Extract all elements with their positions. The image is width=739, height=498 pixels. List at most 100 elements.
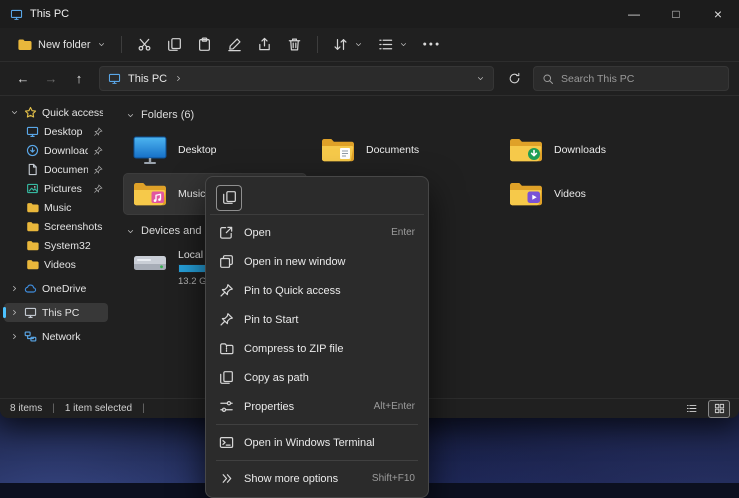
chevron-right-icon[interactable]	[10, 308, 19, 317]
menu-separator	[216, 424, 418, 425]
folder-icon	[26, 201, 39, 214]
breadcrumb[interactable]: This PC	[128, 73, 167, 85]
search-box[interactable]	[533, 66, 729, 91]
paste-button[interactable]	[190, 32, 219, 57]
sidebar-item-label: Pictures	[44, 183, 88, 195]
details-view-button[interactable]	[681, 401, 701, 417]
ellipsis-icon: ●●●	[423, 41, 442, 48]
chevron-down-icon[interactable]	[476, 74, 485, 83]
menu-item-pin-to-start[interactable]: Pin to Start	[210, 305, 424, 334]
more-options-button[interactable]: ●●●	[416, 36, 449, 53]
copy-icon	[222, 190, 237, 205]
menu-item-shortcut: Shift+F10	[372, 473, 415, 484]
share-button[interactable]	[250, 32, 279, 57]
folder-tile-documents[interactable]: Documents	[312, 130, 494, 170]
rename-button[interactable]	[220, 32, 249, 57]
chevron-right-icon[interactable]	[10, 284, 19, 293]
status-divider: |	[142, 403, 145, 414]
command-bar: New folder ●●●	[0, 28, 739, 62]
details-view-icon	[686, 403, 697, 414]
sort-button[interactable]	[326, 32, 370, 57]
pin-icon	[219, 283, 234, 298]
sidebar-item-documents[interactable]: Documents	[4, 160, 108, 179]
download-icon	[26, 144, 39, 157]
menu-item-label: Pin to Quick access	[244, 285, 405, 297]
sidebar-item-videos[interactable]: Videos	[4, 255, 108, 274]
chevron-down-icon[interactable]	[126, 111, 135, 120]
menu-item-label: Open in Windows Terminal	[244, 437, 405, 449]
new-folder-button[interactable]: New folder	[10, 32, 113, 57]
back-button[interactable]: ←	[10, 66, 36, 92]
chevron-right-icon[interactable]	[10, 332, 19, 341]
sidebar-item-pictures[interactable]: Pictures	[4, 179, 108, 198]
this-pc-icon	[108, 72, 121, 85]
network-icon	[24, 330, 37, 343]
sidebar-item-onedrive[interactable]: OneDrive	[4, 279, 108, 298]
sidebar-item-desktop[interactable]: Desktop	[4, 122, 108, 141]
sidebar-item-label: Network	[42, 331, 103, 343]
folders-section-header[interactable]: Folders (6)	[126, 106, 739, 124]
titlebar: This PC — □ ×	[0, 0, 739, 28]
downloads-folder-icon	[508, 135, 544, 165]
sidebar-item-music[interactable]: Music	[4, 198, 108, 217]
view-button[interactable]	[371, 32, 415, 57]
chevron-down-icon[interactable]	[126, 227, 135, 236]
properties-icon	[219, 399, 234, 414]
pin-icon	[219, 312, 234, 327]
pin-icon	[93, 184, 103, 194]
items-count: 8 items	[10, 403, 42, 414]
menu-item-pin-to-quick-access[interactable]: Pin to Quick access	[210, 276, 424, 305]
sidebar-item-label: This PC	[42, 307, 103, 319]
close-button[interactable]: ×	[697, 0, 739, 28]
sidebar-item-system32[interactable]: System32	[4, 236, 108, 255]
desktop-wallpaper: This PC — □ × New folder	[0, 0, 739, 483]
rename-icon	[227, 37, 242, 52]
large-icons-view-button[interactable]	[709, 401, 729, 417]
folder-tile-videos[interactable]: Videos	[500, 174, 682, 214]
chevron-right-icon[interactable]	[174, 74, 183, 83]
menu-item-show-more-options[interactable]: Show more options Shift+F10	[210, 464, 424, 493]
folders-header-label: Folders (6)	[141, 109, 194, 121]
menu-item-open[interactable]: Open Enter	[210, 218, 424, 247]
menu-item-open-in-new-window[interactable]: Open in new window	[210, 247, 424, 276]
menu-item-shortcut: Enter	[391, 227, 415, 238]
navigation-pane: Quick access Desktop Downloads Documents	[0, 96, 112, 398]
chevron-down-icon[interactable]	[10, 108, 19, 117]
sidebar-item-label: Music	[44, 202, 103, 214]
new-window-icon	[219, 254, 234, 269]
sidebar-item-network[interactable]: Network	[4, 327, 108, 346]
cut-icon	[137, 37, 152, 52]
desktop-icon	[132, 135, 168, 165]
new-folder-label: New folder	[38, 39, 91, 51]
cut-button[interactable]	[130, 32, 159, 57]
sidebar-item-quick-access[interactable]: Quick access	[4, 103, 108, 122]
folder-tile-downloads[interactable]: Downloads	[500, 130, 682, 170]
menu-item-label: Properties	[244, 401, 364, 413]
sidebar-item-downloads[interactable]: Downloads	[4, 141, 108, 160]
menu-item-copy-as-path[interactable]: Copy as path	[210, 363, 424, 392]
menu-item-properties[interactable]: Properties Alt+Enter	[210, 392, 424, 421]
forward-icon: →	[45, 71, 58, 86]
copy-button[interactable]	[216, 185, 242, 211]
sidebar-item-screenshots[interactable]: Screenshots	[4, 217, 108, 236]
up-icon: ↑	[76, 71, 83, 86]
menu-separator	[216, 460, 418, 461]
address-bar[interactable]: This PC	[99, 66, 494, 91]
new-folder-icon	[17, 37, 32, 52]
refresh-button[interactable]	[501, 66, 527, 92]
minimize-button[interactable]: —	[613, 0, 655, 28]
menu-item-compress-to-zip[interactable]: Compress to ZIP file	[210, 334, 424, 363]
pin-icon	[93, 146, 103, 156]
folder-tile-desktop[interactable]: Desktop	[124, 130, 306, 170]
sidebar-item-this-pc[interactable]: This PC	[4, 303, 108, 322]
sidebar-item-label: OneDrive	[42, 283, 103, 295]
forward-button[interactable]: →	[38, 66, 64, 92]
up-button[interactable]: ↑	[66, 66, 92, 92]
search-input[interactable]	[561, 73, 720, 85]
pin-icon	[93, 165, 103, 175]
address-row: ← → ↑ This PC	[0, 62, 739, 96]
copy-button[interactable]	[160, 32, 189, 57]
menu-item-open-in-windows-terminal[interactable]: Open in Windows Terminal	[210, 428, 424, 457]
maximize-button[interactable]: □	[655, 0, 697, 28]
delete-button[interactable]	[280, 32, 309, 57]
